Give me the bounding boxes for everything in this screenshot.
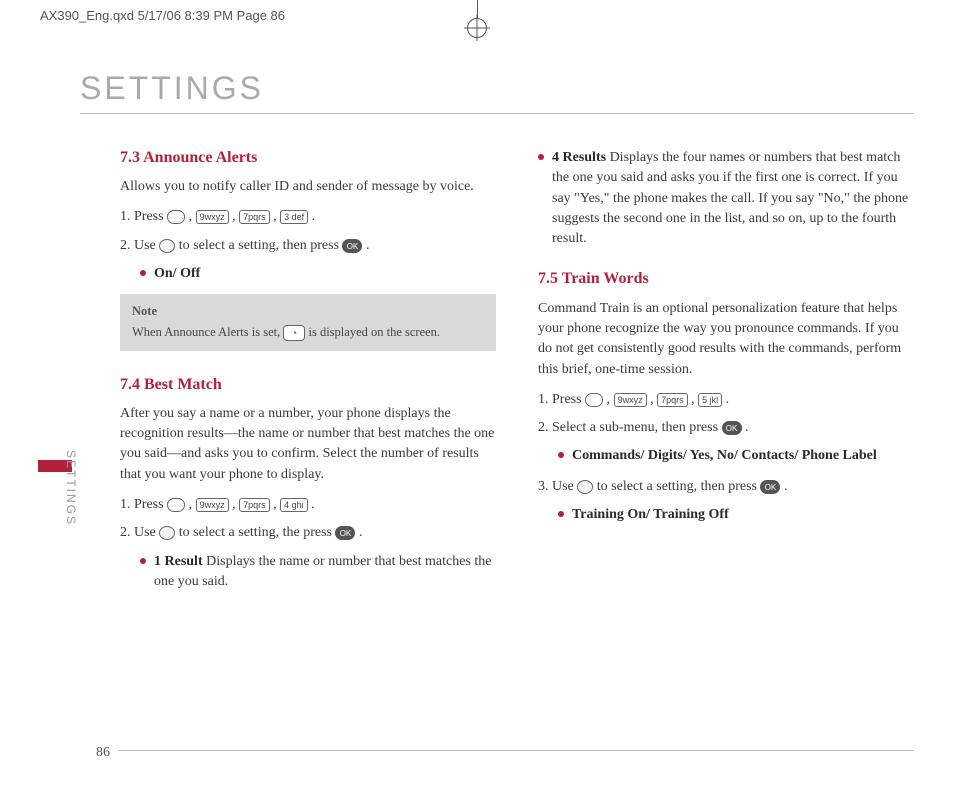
intro-7-3: Allows you to notify caller ID and sende…: [120, 177, 496, 197]
note-text: When Announce Alerts is set, ◔ is displa…: [132, 323, 484, 341]
nav-key-icon: [159, 526, 175, 540]
bullet-4-results: 4 Results Displays the four names or num…: [538, 148, 914, 249]
step-text: 1. Press: [120, 497, 167, 512]
heading-7-5: 7.5 Train Words: [538, 267, 914, 290]
bullet-training: Training On/ Training Off: [558, 505, 914, 525]
step-7-3-2: 2. Use to select a setting, then press O…: [120, 236, 496, 256]
side-tab: SETTINGS: [64, 450, 78, 526]
menu-key-icon: [167, 210, 185, 224]
bullet-text: 4 Results Displays the four names or num…: [552, 148, 914, 249]
bullet-dot-icon: [140, 270, 146, 276]
step-text: to select a setting, then press: [597, 479, 761, 494]
key-7-icon: 7pqrs: [239, 210, 270, 224]
ok-key-icon: OK: [335, 526, 355, 540]
bottom-rule: [118, 750, 914, 751]
ok-key-icon: OK: [760, 480, 780, 494]
intro-7-4: After you say a name or a number, your p…: [120, 404, 496, 485]
bullet-label: On/ Off: [154, 266, 200, 281]
step-7-5-3: 3. Use to select a setting, then press O…: [538, 477, 914, 497]
nav-key-icon: [159, 239, 175, 253]
step-text: 3. Use: [538, 479, 577, 494]
page-number: 86: [96, 745, 110, 761]
bullet-on-off: On/ Off: [140, 264, 496, 284]
bullet-label: 1 Result: [154, 554, 203, 569]
nav-key-icon: [577, 480, 593, 494]
step-7-4-1: 1. Press , 9wxyz , 7pqrs , 4 ghi .: [120, 495, 496, 515]
page-title: SETTINGS: [80, 70, 914, 107]
step-7-5-1: 1. Press , 9wxyz , 7pqrs , 5 jkl .: [538, 390, 914, 410]
step-7-4-2: 2. Use to select a setting, the press OK…: [120, 523, 496, 543]
key-5-icon: 5 jkl: [698, 393, 722, 407]
heading-7-3: 7.3 Announce Alerts: [120, 146, 496, 169]
bullet-1-result: 1 Result Displays the name or number tha…: [140, 552, 496, 593]
bullet-label: 4 Results: [552, 150, 606, 165]
key-9-icon: 9wxyz: [614, 393, 647, 407]
note-box: Note When Announce Alerts is set, ◔ is d…: [120, 294, 496, 350]
key-9-icon: 9wxyz: [196, 210, 229, 224]
step-text: 2. Select a sub-menu, then press: [538, 420, 722, 435]
step-text: 2. Use: [120, 525, 159, 540]
step-text: 2. Use: [120, 238, 159, 253]
bullet-dot-icon: [538, 154, 544, 160]
bullet-dot-icon: [140, 558, 146, 564]
note-label: Note: [132, 302, 484, 320]
bullet-submenus: Commands/ Digits/ Yes, No/ Contacts/ Pho…: [558, 446, 914, 466]
ok-key-icon: OK: [722, 421, 742, 435]
file-header: AX390_Eng.qxd 5/17/06 8:39 PM Page 86: [40, 8, 285, 23]
crop-mark-top: [467, 18, 487, 38]
menu-key-icon: [585, 393, 603, 407]
step-7-5-2: 2. Select a sub-menu, then press OK .: [538, 418, 914, 438]
menu-key-icon: [167, 498, 185, 512]
heading-7-4: 7.4 Best Match: [120, 373, 496, 396]
bullet-label: Training On/ Training Off: [572, 507, 729, 522]
columns: 7.3 Announce Alerts Allows you to notify…: [80, 142, 914, 602]
bullet-dot-icon: [558, 511, 564, 517]
bullet-label: Commands/ Digits/ Yes, No/ Contacts/ Pho…: [572, 448, 877, 463]
key-4-icon: 4 ghi: [280, 498, 308, 512]
column-right: 4 Results Displays the four names or num…: [538, 142, 914, 602]
bullet-dot-icon: [558, 452, 564, 458]
step-text: 1. Press: [538, 392, 585, 407]
key-3-icon: 3 def: [280, 210, 308, 224]
key-7-icon: 7pqrs: [657, 393, 688, 407]
step-text: to select a setting, the press: [179, 525, 336, 540]
page-content: SETTINGS 7.3 Announce Alerts Allows you …: [80, 70, 914, 773]
title-rule: [80, 113, 914, 114]
ok-key-icon: OK: [342, 239, 362, 253]
step-text: to select a setting, then press: [179, 238, 343, 253]
step-7-3-1: 1. Press , 9wxyz , 7pqrs , 3 def .: [120, 207, 496, 227]
bullet-text: 1 Result Displays the name or number tha…: [154, 552, 496, 593]
key-7-icon: 7pqrs: [239, 498, 270, 512]
key-9-icon: 9wxyz: [196, 498, 229, 512]
announce-icon: ◔: [283, 325, 305, 341]
column-left: 7.3 Announce Alerts Allows you to notify…: [120, 142, 496, 602]
intro-7-5: Command Train is an optional personaliza…: [538, 299, 914, 380]
step-text: 1. Press: [120, 209, 167, 224]
